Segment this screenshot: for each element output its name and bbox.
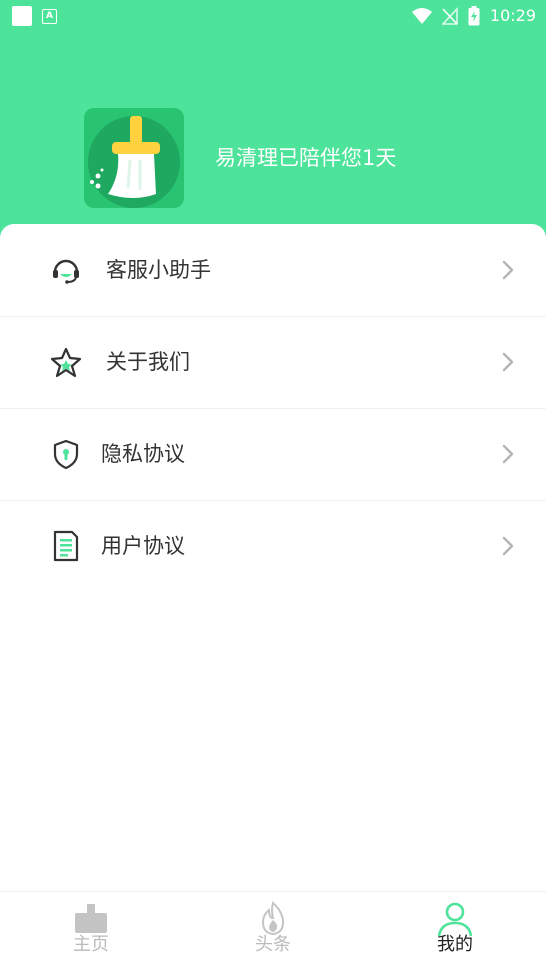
chevron-right-icon	[502, 444, 514, 464]
broom-logo-icon	[88, 116, 180, 208]
shield-icon	[53, 439, 79, 470]
status-bar: A 10:29	[0, 0, 546, 32]
greeting-text: 易清理已陪伴您1天	[215, 146, 397, 170]
tab-profile[interactable]: 我的	[364, 892, 546, 978]
star-icon	[50, 347, 82, 378]
menu-label-user-agreement: 用户协议	[101, 534, 185, 558]
menu-card: 客服小助手 关于我们 隐私协议 用户协议	[0, 224, 546, 891]
chevron-right-icon	[502, 352, 514, 372]
menu-label-about-us: 关于我们	[106, 350, 190, 374]
chevron-right-icon	[502, 260, 514, 280]
menu-label-privacy-policy: 隐私协议	[101, 442, 185, 466]
profile-header: A 10:29 易清理已陪伴您1天	[0, 0, 546, 250]
headset-icon	[53, 259, 79, 284]
notification-a-icon: A	[42, 8, 57, 24]
app-logo	[84, 108, 184, 208]
bottom-tab-bar: 主页 头条 我的	[0, 891, 546, 978]
tab-home[interactable]: 主页	[0, 892, 182, 978]
menu-label-customer-service: 客服小助手	[106, 258, 211, 282]
tab-label-profile: 我的	[437, 934, 473, 955]
tab-label-headlines: 头条	[255, 934, 291, 955]
menu-item-about-us[interactable]: 关于我们	[0, 316, 546, 409]
menu-item-privacy-policy[interactable]: 隐私协议	[0, 408, 546, 501]
notification-square-icon	[12, 6, 32, 26]
battery-charging-icon	[468, 6, 480, 26]
chevron-right-icon	[502, 536, 514, 556]
tab-headlines[interactable]: 头条	[182, 892, 364, 978]
menu-item-user-agreement[interactable]: 用户协议	[0, 500, 546, 592]
wifi-icon	[411, 8, 432, 24]
tab-label-home: 主页	[73, 934, 109, 955]
status-time: 10:29	[489, 6, 536, 25]
menu-item-customer-service[interactable]: 客服小助手	[0, 224, 546, 317]
document-icon	[53, 530, 79, 562]
no-signal-icon	[441, 7, 458, 25]
